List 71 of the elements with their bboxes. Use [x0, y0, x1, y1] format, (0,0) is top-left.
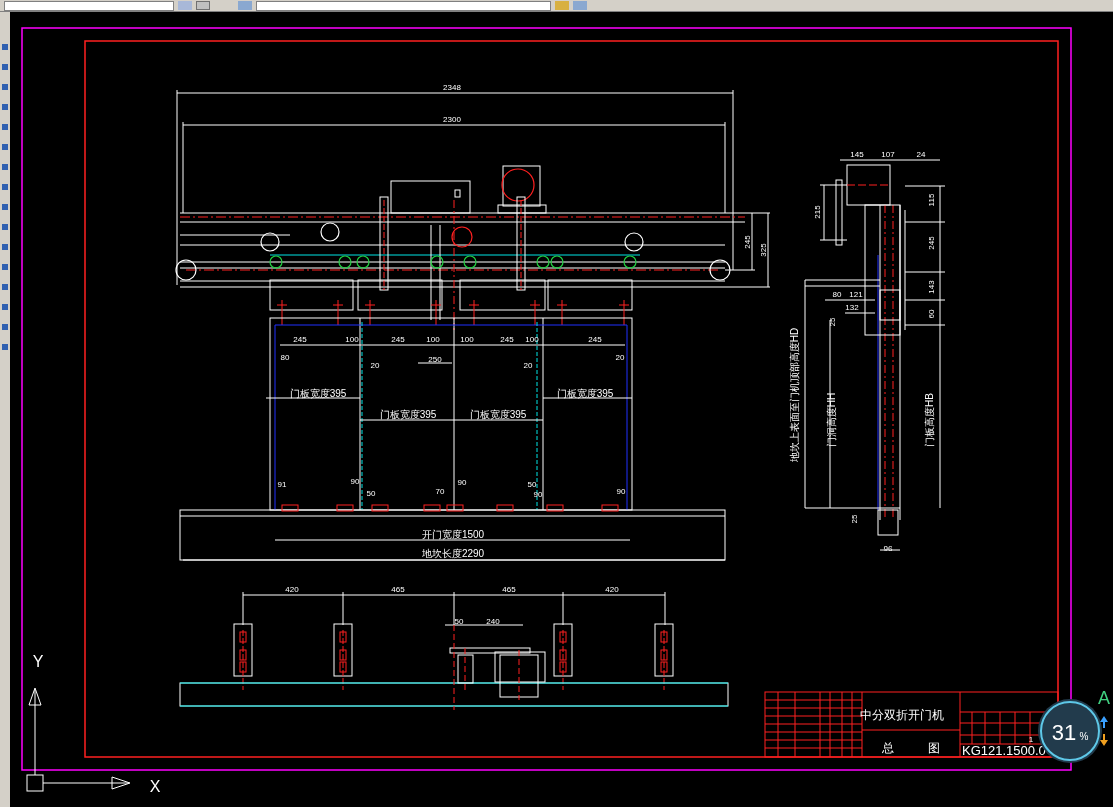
dimension-text: 90	[457, 478, 467, 487]
drawing-type: 总	[882, 741, 894, 755]
dimension-text: 107	[881, 150, 895, 159]
up-arrow-icon[interactable]	[1100, 716, 1108, 728]
badge-letter: A	[1098, 688, 1110, 708]
dimension-label: 门板宽度395	[469, 409, 527, 420]
dimension-text: 90	[616, 487, 626, 496]
dimension-text: 245	[391, 335, 405, 344]
dimension-text: 96	[883, 544, 893, 553]
scale-text: 1	[1028, 735, 1034, 744]
progress-percent: 31	[1051, 720, 1077, 745]
dimension-text: 250	[428, 355, 442, 364]
dimension-text: 420	[285, 585, 299, 594]
dimension-text: 240	[486, 617, 500, 626]
dimension-text: 465	[391, 585, 405, 594]
dimension-label: 门板宽度395	[289, 388, 347, 399]
dimension-text: 25	[828, 317, 837, 327]
dimension-text: 25	[850, 514, 859, 524]
height-label: 门洞高度HH	[826, 392, 837, 448]
dimension-text: 70	[435, 487, 445, 496]
tool-icon[interactable]	[196, 1, 210, 10]
dimension-label: 开门宽度1500	[421, 529, 485, 540]
dimension-label: 门板宽度395	[379, 409, 437, 420]
dimension-text: 100	[525, 335, 539, 344]
dimension-label: 门板宽度395	[556, 388, 614, 399]
dimension-text: 50	[366, 489, 376, 498]
dimension-text: 80	[280, 353, 290, 362]
dimension-text: 90	[533, 490, 543, 499]
dimension-text: 325	[759, 243, 768, 257]
down-arrow-icon[interactable]	[1100, 734, 1108, 746]
dimension-text: 91	[277, 480, 287, 489]
dimension-text: 121	[849, 290, 863, 299]
dimension-text: 90	[350, 477, 360, 486]
dimension-text: 20	[615, 353, 625, 362]
dimension-text: 20	[523, 361, 533, 370]
dimension-text: 465	[502, 585, 516, 594]
dimension-text: 215	[813, 205, 822, 219]
axis-label: Y	[32, 653, 44, 670]
dimension-text: 115	[927, 193, 936, 207]
drawing-number: KG121.1500.0	[962, 743, 1046, 758]
dimension-text: 420	[605, 585, 619, 594]
dimension-text: 245	[927, 236, 936, 250]
dimension-text: 2348	[443, 83, 461, 92]
dimension-text: 245	[743, 235, 752, 249]
drawing-type: 图	[928, 741, 940, 755]
axis-label: X	[149, 778, 161, 795]
ucs-icon	[26, 687, 131, 792]
dimension-text: 145	[850, 150, 864, 159]
height-label: 地坎上表面至门机顶部高度HD	[789, 327, 800, 463]
dimension-text: 20	[370, 361, 380, 370]
dimension-text: 143	[927, 280, 936, 294]
layer-icon[interactable]	[238, 1, 252, 10]
dimension-text: 24	[916, 150, 926, 159]
dimension-text: 245	[500, 335, 514, 344]
layer-state-dropdown[interactable]	[256, 0, 551, 11]
dimension-text: 50	[527, 480, 537, 489]
dimension-text: 50	[454, 617, 464, 626]
dimension-text: 2300	[443, 115, 461, 124]
dimension-text: 132	[845, 303, 859, 312]
dimension-text: 60	[927, 309, 936, 319]
progress-unit: %	[1079, 731, 1089, 742]
dimension-text: 100	[345, 335, 359, 344]
dimension-text: 80	[832, 290, 842, 299]
height-label: 门板高度HB	[924, 393, 935, 447]
drawing-title: 中分双折开门机	[860, 708, 944, 722]
layer-dropdown[interactable]	[4, 0, 174, 11]
dimension-label: 地坎长度2290	[421, 548, 485, 559]
dimension-text: 245	[588, 335, 602, 344]
dimension-text: 100	[460, 335, 474, 344]
dimension-text: 245	[293, 335, 307, 344]
dimension-text: 100	[426, 335, 440, 344]
